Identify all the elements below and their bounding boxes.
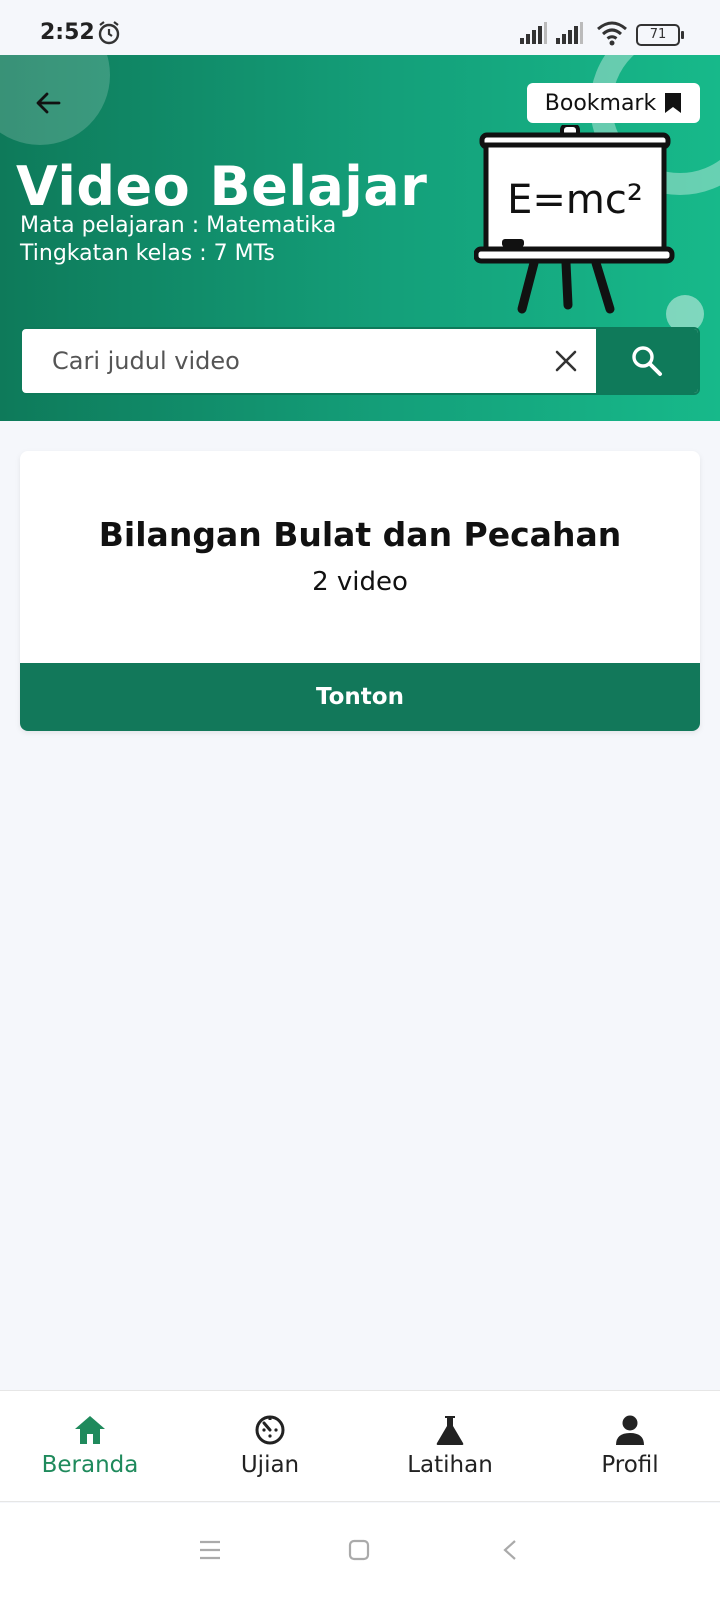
nav-label: Latihan bbox=[407, 1452, 493, 1478]
search-button[interactable] bbox=[596, 329, 698, 393]
video-topic-card: Bilangan Bulat dan Pecahan 2 video Tonto… bbox=[20, 451, 700, 731]
subject-label: Mata pelajaran : Matematika bbox=[20, 213, 337, 238]
bookmark-label: Bookmark bbox=[544, 90, 657, 116]
arrow-left-icon bbox=[36, 92, 61, 114]
system-navigation-bar bbox=[0, 1503, 720, 1600]
bookmark-icon bbox=[665, 93, 682, 113]
flask-icon bbox=[436, 1416, 464, 1445]
grade-label: Tingkatan kelas : 7 MTs bbox=[20, 241, 275, 266]
page-title: Video Belajar bbox=[16, 155, 428, 218]
bottom-navigation: Beranda Ujian Latihan Profil bbox=[0, 1390, 720, 1502]
timer-icon bbox=[255, 1415, 285, 1445]
signal-icon bbox=[520, 22, 547, 44]
topic-title: Bilangan Bulat dan Pecahan bbox=[98, 515, 622, 554]
wifi-icon bbox=[597, 21, 627, 46]
back-chevron-icon[interactable] bbox=[502, 1539, 518, 1561]
search-input[interactable] bbox=[22, 329, 536, 393]
home-icon bbox=[75, 1416, 105, 1444]
person-icon bbox=[616, 1415, 644, 1445]
back-button[interactable] bbox=[26, 81, 70, 125]
nav-item-profil[interactable]: Profil bbox=[540, 1391, 720, 1501]
search-icon bbox=[632, 346, 662, 376]
nav-label: Profil bbox=[601, 1452, 659, 1478]
status-time: 2:52 bbox=[40, 20, 95, 45]
watch-button[interactable]: Tonton bbox=[20, 663, 700, 731]
nav-item-latihan[interactable]: Latihan bbox=[360, 1391, 540, 1501]
nav-item-ujian[interactable]: Ujian bbox=[180, 1391, 360, 1501]
bookmark-button[interactable]: Bookmark bbox=[527, 83, 700, 123]
close-icon bbox=[555, 350, 577, 372]
battery-indicator: 71 bbox=[636, 24, 684, 46]
menu-icon[interactable] bbox=[199, 1539, 221, 1561]
search-bar bbox=[20, 327, 700, 395]
video-count: 2 video bbox=[312, 567, 408, 597]
nav-label: Beranda bbox=[41, 1452, 139, 1478]
nav-item-beranda[interactable]: Beranda bbox=[0, 1391, 180, 1501]
status-bar: 2:52 71 bbox=[0, 0, 720, 55]
whiteboard-illustration: E=mc² bbox=[474, 125, 675, 314]
board-formula: E=mc² bbox=[507, 177, 643, 223]
signal-icon bbox=[556, 22, 583, 44]
clear-search-button[interactable] bbox=[536, 329, 596, 393]
alarm-icon bbox=[98, 21, 120, 45]
header-banner: Bookmark Video Belajar Mata pelajaran : … bbox=[0, 55, 720, 421]
home-square-icon[interactable] bbox=[348, 1539, 370, 1561]
nav-label: Ujian bbox=[240, 1452, 300, 1478]
